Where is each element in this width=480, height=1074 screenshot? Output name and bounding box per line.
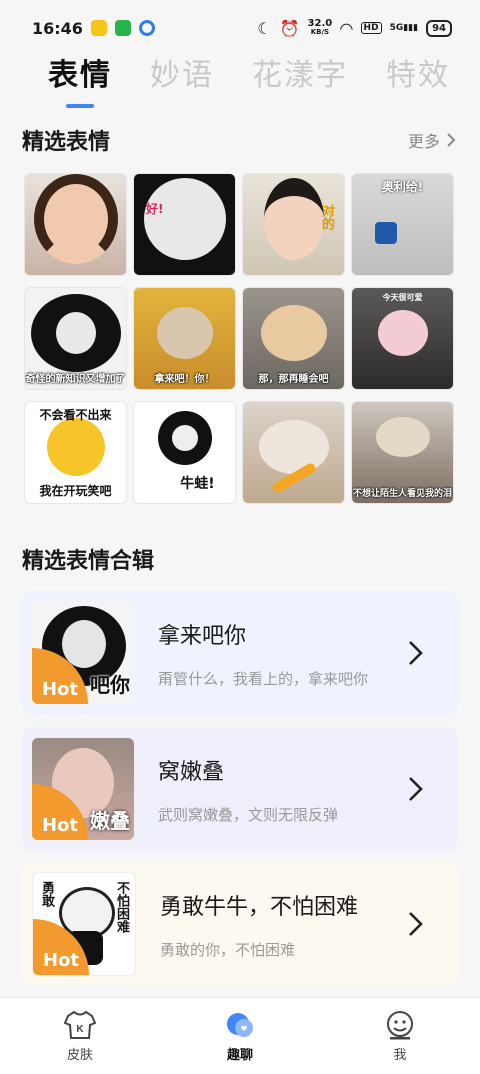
svg-text:K: K <box>76 1024 84 1035</box>
category-tabs: 表情 妙语 花漾字 特效 <box>0 50 480 108</box>
tab-effects[interactable]: 特效 <box>386 50 450 94</box>
smiley-face-icon <box>387 1010 413 1039</box>
sticker-item[interactable]: 不会看不出来 我在开玩笑吧 <box>24 401 127 504</box>
collection-thumbnail: 吧你 Hot <box>32 602 134 704</box>
tab-quotes[interactable]: 妙语 <box>150 50 214 94</box>
notification-chat-icon <box>114 20 131 36</box>
sticker-item[interactable]: 不想让陌生人看见我的泪 <box>351 401 454 504</box>
nav-item-chat[interactable]: 趣聊 <box>200 1010 280 1063</box>
nav-item-skin[interactable]: K 皮肤 <box>40 1010 120 1063</box>
sticker-item[interactable] <box>24 173 127 276</box>
bottom-navigation: K 皮肤 趣聊 我 <box>0 997 480 1074</box>
collection-card[interactable]: 勇敢 不怕困难 Hot 勇敢牛牛，不怕困难 勇敢的你，不怕困难 <box>22 862 458 986</box>
chevron-right-icon <box>409 777 423 801</box>
status-bar: 16:46 ☾ ⏰ 32.0 KB/S ◠ HD 5G▮▮▮ 94 <box>0 0 480 56</box>
chevron-right-icon <box>409 912 423 936</box>
moon-icon: ☾ <box>257 18 272 38</box>
collection-title: 窝嫩叠 <box>158 759 225 785</box>
battery-indicator: 94 <box>426 19 452 37</box>
sticker-item[interactable]: 奇怪的新知识又增加了 <box>24 287 127 390</box>
chevron-right-icon <box>409 641 423 665</box>
sticker-item[interactable]: 今天很可爱 <box>351 287 454 390</box>
sticker-item[interactable] <box>242 401 345 504</box>
notification-dot-icon <box>138 20 155 36</box>
sticker-grid: 好! 对的 奥利给! 奇怪的新知识又增加了 拿来吧！你！ 那，那再睡会吧 今天很… <box>24 173 456 504</box>
net-speed: 32.0 KB/S <box>307 18 333 37</box>
more-button[interactable]: 更多 <box>408 128 456 152</box>
collection-card[interactable]: 嫩叠 Hot 窝嫩叠 武则窝嫩叠，文则无限反弹 <box>22 727 458 851</box>
collection-title: 勇敢牛牛，不怕困难 <box>160 894 359 920</box>
collection-subtitle: 勇敢的你，不怕困难 <box>160 940 296 959</box>
alarm-icon: ⏰ <box>279 18 300 38</box>
wifi-icon: ◠ <box>340 18 353 38</box>
hd-badge: HD <box>360 22 382 34</box>
sticker-item[interactable]: 好! <box>133 173 236 276</box>
status-time: 16:46 <box>32 18 83 38</box>
sticker-item[interactable]: 奥利给! <box>351 173 454 276</box>
collection-thumbnail: 嫩叠 Hot <box>32 738 134 840</box>
chevron-right-icon <box>447 133 456 147</box>
notification-app-icon <box>90 20 107 36</box>
collection-title: 拿来吧你 <box>158 623 247 649</box>
collections-title: 精选表情合辑 <box>22 549 155 574</box>
sticker-item[interactable]: 拿来吧！你！ <box>133 287 236 390</box>
collection-thumbnail: 勇敢 不怕困难 Hot <box>32 872 136 976</box>
signal-icon: 5G▮▮▮ <box>389 23 419 33</box>
collection-card[interactable]: 吧你 Hot 拿来吧你 甭管什么，我看上的，拿来吧你 <box>22 591 458 715</box>
sticker-item[interactable]: 对的 <box>242 173 345 276</box>
tshirt-icon: K <box>64 1010 96 1039</box>
tab-emoji[interactable]: 表情 <box>48 50 112 108</box>
nav-item-me[interactable]: 我 <box>360 1010 440 1063</box>
tab-fancy-text[interactable]: 花漾字 <box>252 50 348 94</box>
chat-bubble-icon <box>227 1012 253 1037</box>
featured-title: 精选表情 <box>22 130 111 155</box>
collection-subtitle: 武则窝嫩叠，文则无限反弹 <box>158 805 339 824</box>
collection-subtitle: 甭管什么，我看上的，拿来吧你 <box>158 669 369 688</box>
sticker-item[interactable]: 牛蛙! <box>133 401 236 504</box>
sticker-item[interactable]: 那，那再睡会吧 <box>242 287 345 390</box>
